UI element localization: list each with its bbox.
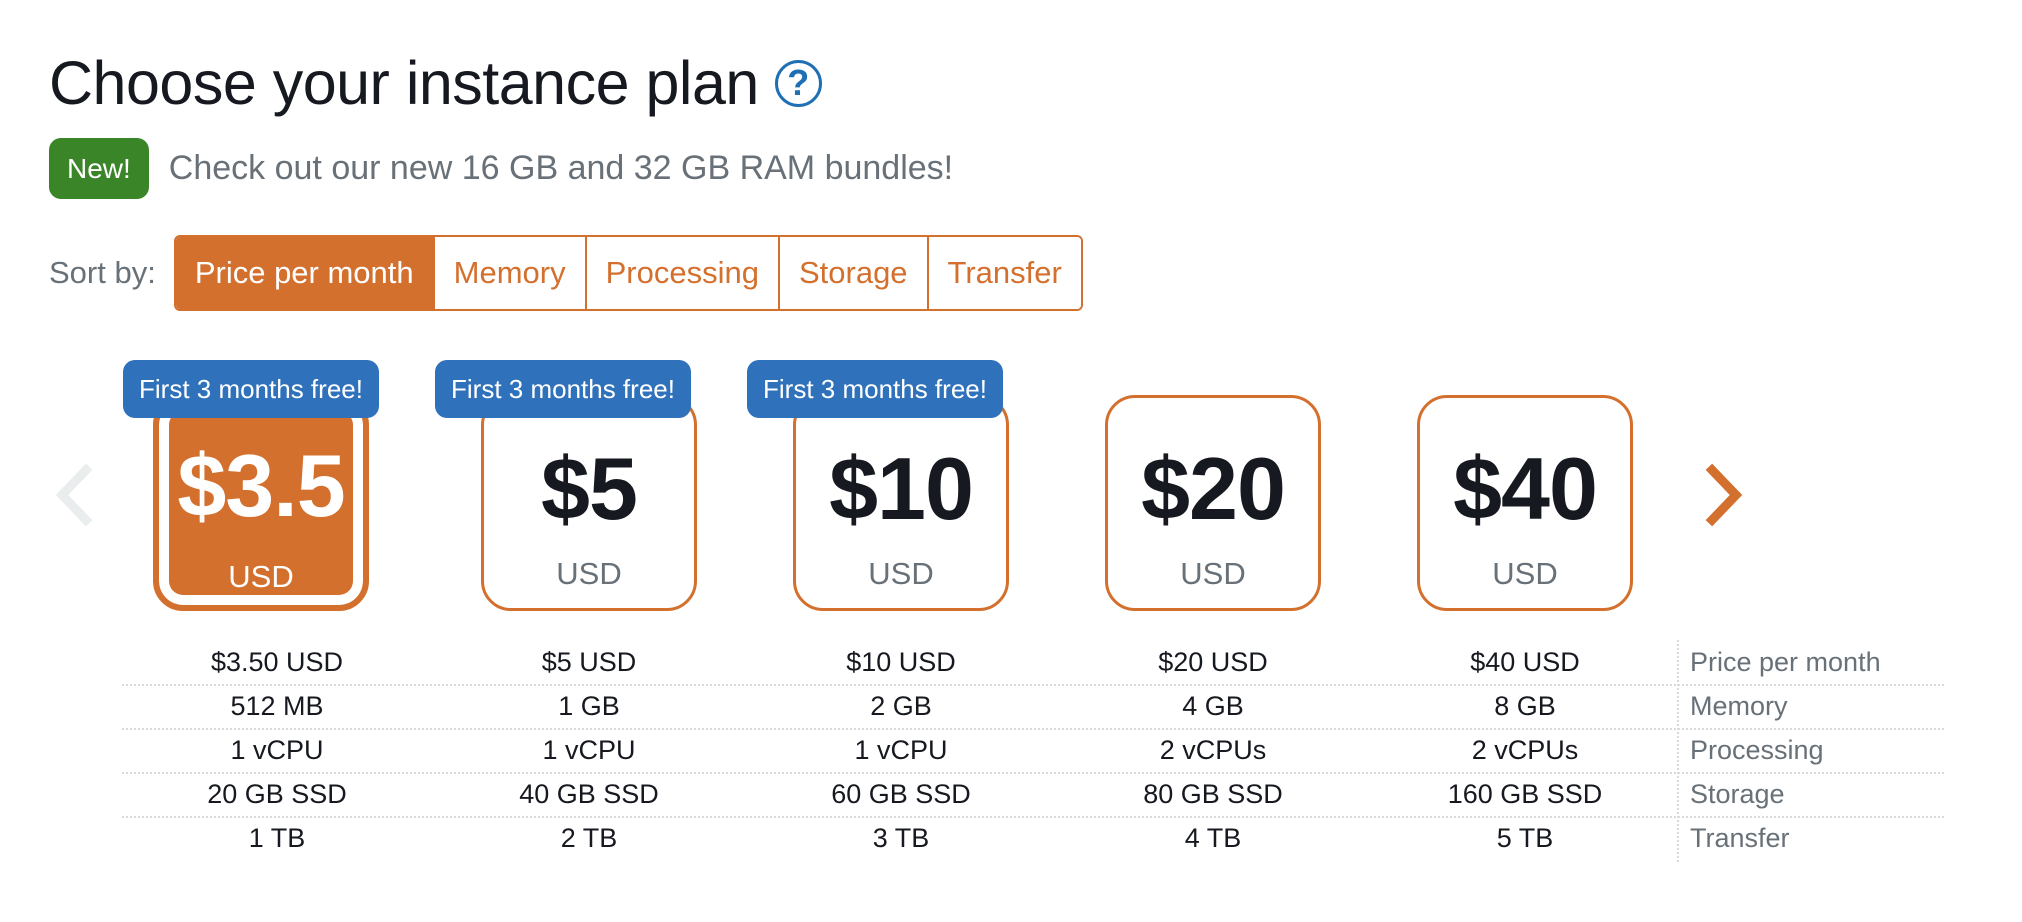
promo-badge: First 3 months free! (123, 360, 379, 418)
chevron-right-icon[interactable] (1700, 460, 1750, 530)
sort-option-storage[interactable]: Storage (777, 237, 927, 309)
spec-cell: 4 TB (1184, 822, 1242, 853)
plan-card[interactable]: $10 USD (793, 395, 1009, 611)
spec-cell: 1 vCPU (230, 734, 324, 765)
spec-cell: 5 TB (1496, 822, 1554, 853)
plan-card[interactable]: $5 USD (481, 395, 697, 611)
announcement: New! Check out our new 16 GB and 32 GB R… (49, 138, 953, 199)
spec-row-price: $3.50 USD $5 USD $10 USD $20 USD $40 USD… (122, 640, 1952, 686)
spec-label: Storage (1690, 778, 1785, 809)
spec-row-processing: 1 vCPU 1 vCPU 1 vCPU 2 vCPUs 2 vCPUs Pro… (122, 728, 1952, 774)
spec-cell: 1 TB (248, 822, 306, 853)
sort-option-price[interactable]: Price per month (175, 237, 433, 309)
sort-segmented-control: Price per month Memory Processing Storag… (173, 235, 1083, 311)
spec-label: Price per month (1690, 646, 1881, 677)
spec-cell: 1 vCPU (542, 734, 636, 765)
spec-cell: $5 USD (541, 646, 637, 677)
spec-row-storage: 20 GB SSD 40 GB SSD 60 GB SSD 80 GB SSD … (122, 772, 1952, 818)
spec-label: Transfer (1690, 822, 1790, 853)
page-header: Choose your instance plan ? (49, 48, 822, 118)
plan-price: $3.5 (177, 436, 345, 535)
spec-cell: 20 GB SSD (207, 778, 347, 809)
plan-currency: USD (868, 556, 934, 591)
plan-carousel: $3.5 USD $5 USD $10 USD $20 USD $40 USD … (0, 350, 2022, 630)
plan-currency: USD (1180, 556, 1246, 591)
spec-cell: 60 GB SSD (831, 778, 971, 809)
spec-row-transfer: 1 TB 2 TB 3 TB 4 TB 5 TB Transfer (122, 816, 1952, 860)
spec-cell: 2 vCPUs (1471, 734, 1579, 765)
plan-price: $5 (541, 439, 638, 538)
spec-cell: $10 USD (846, 646, 956, 677)
spec-cell: 160 GB SSD (1447, 778, 1603, 809)
spec-label: Processing (1690, 734, 1824, 765)
sort-option-transfer[interactable]: Transfer (926, 237, 1081, 309)
spec-cell: 80 GB SSD (1143, 778, 1283, 809)
spec-cell: 2 TB (560, 822, 618, 853)
plan-card[interactable]: $20 USD (1105, 395, 1321, 611)
spec-cell: 1 GB (558, 690, 620, 721)
spec-row-memory: 512 MB 1 GB 2 GB 4 GB 8 GB Memory (122, 684, 1952, 730)
plan-currency: USD (556, 556, 622, 591)
new-badge: New! (49, 138, 149, 199)
plan-card[interactable]: $40 USD (1417, 395, 1633, 611)
question-circle-icon[interactable]: ? (774, 59, 822, 107)
page-title: Choose your instance plan (49, 49, 759, 117)
plan-currency: USD (1492, 556, 1558, 591)
plan-price: $40 (1453, 439, 1598, 538)
spec-cell: $20 USD (1158, 646, 1268, 677)
spec-cell: 1 vCPU (854, 734, 948, 765)
spec-cell: 40 GB SSD (519, 778, 659, 809)
spec-cell: 2 vCPUs (1159, 734, 1267, 765)
plan-price: $20 (1141, 439, 1286, 538)
spec-cell: 3 TB (872, 822, 930, 853)
sort-label: Sort by: (49, 255, 156, 290)
plan-card[interactable]: $3.5 USD (153, 395, 369, 611)
sort-option-processing[interactable]: Processing (584, 237, 778, 309)
spec-cell: 2 GB (870, 690, 932, 721)
spec-cell: 8 GB (1494, 690, 1556, 721)
promo-badge: First 3 months free! (747, 360, 1003, 418)
spec-cell: 512 MB (230, 690, 324, 721)
plan-price: $10 (829, 439, 974, 538)
chevron-left-icon[interactable] (48, 460, 98, 530)
plan-currency: USD (228, 559, 294, 594)
spec-cell: 4 GB (1182, 690, 1244, 721)
announcement-text: Check out our new 16 GB and 32 GB RAM bu… (168, 149, 954, 187)
spec-cell: $40 USD (1470, 646, 1580, 677)
promo-badge: First 3 months free! (435, 360, 691, 418)
sort-bar: Sort by: Price per month Memory Processi… (49, 235, 1083, 311)
sort-option-memory[interactable]: Memory (432, 237, 585, 309)
spec-cell: $3.50 USD (210, 646, 344, 677)
spec-label: Memory (1690, 690, 1788, 721)
